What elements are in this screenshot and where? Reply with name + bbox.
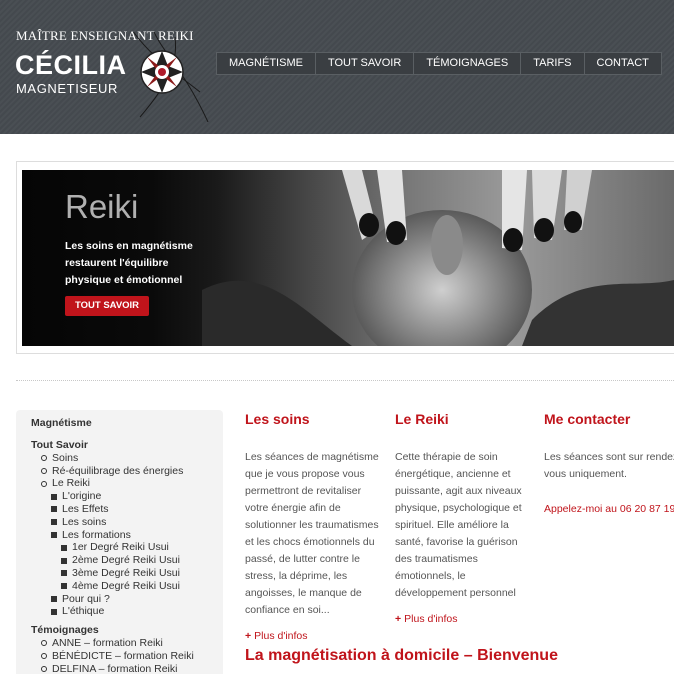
circle-bullet-icon: [41, 467, 47, 474]
sidebar-item-anne[interactable]: ANNE – formation Reiki: [31, 637, 223, 650]
sidebar-item-degre-3[interactable]: 3ème Degré Reiki Usui: [31, 567, 223, 580]
sidebar-item-label: 2ème Degré Reiki Usui: [72, 554, 180, 567]
sidebar-item-degre-1[interactable]: 1er Degré Reiki Usui: [31, 541, 223, 554]
sidebar-item-degre-2[interactable]: 2ème Degré Reiki Usui: [31, 554, 223, 567]
sidebar-item-label: Ré-équilibrage des énergies: [52, 464, 184, 477]
sidebar-item-label: Témoignages: [31, 624, 99, 637]
sidebar-item-label: Les formations: [62, 528, 131, 541]
sidebar-item-les-soins[interactable]: Les soins: [31, 516, 223, 529]
column-title[interactable]: Les soins: [245, 411, 387, 428]
sidebar-item-delfina[interactable]: DELFINA – formation Reiki: [31, 663, 223, 674]
column-soins: Les soins Les séances de magnétisme que …: [245, 411, 387, 645]
square-bullet-icon: [51, 608, 57, 615]
sidebar-item-benedicte[interactable]: BÉNÉDICTE – formation Reiki: [31, 650, 223, 663]
square-bullet-icon: [61, 544, 67, 551]
sidebar: Magnétisme Tout Savoir Soins Ré-équilibr…: [16, 410, 223, 674]
sidebar-item-label: DELFINA – formation Reiki: [52, 662, 178, 674]
circle-bullet-icon: [41, 455, 47, 462]
circle-bullet-icon: [41, 640, 47, 647]
sidebar-item-label: L'éthique: [62, 605, 105, 618]
column-title[interactable]: Me contacter: [544, 411, 674, 428]
sidebar-item-label: BÉNÉDICTE – formation Reiki: [52, 649, 194, 662]
nav-magnetisme[interactable]: MAGNÉTISME: [217, 53, 316, 74]
square-bullet-icon: [51, 506, 57, 513]
column-text: Cette thérapie de soin énergétique, anci…: [395, 451, 522, 599]
column-title[interactable]: Le Reiki: [395, 411, 533, 428]
sidebar-item-temoignages[interactable]: Témoignages: [31, 624, 223, 637]
more-info-link[interactable]: + Plus d'infos: [245, 628, 387, 645]
square-bullet-icon: [61, 583, 67, 590]
more-info-link[interactable]: + Plus d'infos: [395, 611, 533, 628]
hero-photo: [202, 170, 674, 346]
sidebar-item-label: Le Reiki: [52, 477, 90, 490]
column-reiki: Le Reiki Cette thérapie de soin énergéti…: [395, 411, 533, 628]
plus-icon: +: [245, 630, 252, 642]
sidebar-item-label: Tout Savoir: [31, 439, 88, 451]
sidebar-item-label: Les soins: [62, 515, 107, 528]
sidebar-item-ethique[interactable]: L'éthique: [31, 605, 223, 618]
more-info-label: Plus d'infos: [404, 613, 458, 625]
nav-temoignages[interactable]: TÉMOIGNAGES: [414, 53, 522, 74]
sidebar-item-label: Les Effets: [62, 502, 109, 515]
sidebar-item-reequilibrage[interactable]: Ré-équilibrage des énergies: [31, 465, 223, 478]
sidebar-item-label: 3ème Degré Reiki Usui: [72, 566, 180, 579]
square-bullet-icon: [61, 570, 67, 577]
sidebar-item-degre-4[interactable]: 4ème Degré Reiki Usui: [31, 580, 223, 593]
sidebar-item-origine[interactable]: L'origine: [31, 490, 223, 503]
sidebar-item-label: Pour qui ?: [62, 592, 110, 605]
column-text: Les séances de magnétisme que je vous pr…: [245, 451, 379, 616]
contact-phone-link[interactable]: Appelez-moi au 06 20 87 19 1: [544, 501, 674, 518]
column-text: Les séances sont sur rendez-vous uniquem…: [544, 451, 674, 480]
logo-subtitle: MAGNETISEUR: [16, 81, 118, 96]
sidebar-menu: Tout Savoir Soins Ré-équilibrage des éne…: [31, 439, 223, 674]
square-bullet-icon: [61, 557, 67, 564]
circle-bullet-icon: [41, 665, 47, 672]
sidebar-item-label: 4ème Degré Reiki Usui: [72, 579, 180, 592]
sidebar-item-label: L'origine: [62, 490, 102, 503]
sidebar-item-effets[interactable]: Les Effets: [31, 503, 223, 516]
square-bullet-icon: [51, 595, 57, 602]
sidebar-item-tout-savoir[interactable]: Tout Savoir: [31, 439, 223, 452]
column-contact: Me contacter Les séances sont sur rendez…: [544, 411, 674, 518]
circle-bullet-icon: [41, 653, 47, 660]
sidebar-heading[interactable]: Magnétisme: [31, 417, 223, 429]
sidebar-item-label: ANNE – formation Reiki: [52, 636, 163, 649]
sidebar-item-soins[interactable]: Soins: [31, 452, 223, 465]
main-nav: MAGNÉTISME TOUT SAVOIR TÉMOIGNAGES TARIF…: [216, 52, 662, 75]
hero-slider: Reiki Les soins en magnétisme restaurent…: [22, 170, 674, 346]
mandala-logo-icon: [132, 32, 209, 122]
sidebar-item-pour-qui[interactable]: Pour qui ?: [31, 593, 223, 606]
sidebar-item-label: 1er Degré Reiki Usui: [72, 541, 169, 554]
main-title: La magnétisation à domicile – Bienvenue: [245, 647, 558, 664]
nav-tout-savoir[interactable]: TOUT SAVOIR: [316, 53, 415, 74]
square-bullet-icon: [51, 519, 57, 526]
plus-icon: +: [395, 613, 402, 625]
sidebar-item-label: Soins: [52, 451, 79, 464]
site-header: MAÎTRE ENSEIGNANT REIKI CÉCILIA MAGNETIS…: [0, 0, 674, 134]
nav-tarifs[interactable]: TARIFS: [521, 53, 585, 74]
nav-contact[interactable]: CONTACT: [585, 53, 661, 74]
square-bullet-icon: [51, 531, 57, 538]
slider-title: Reiki: [65, 188, 139, 225]
sidebar-item-formations[interactable]: Les formations: [31, 529, 223, 542]
more-info-label: Plus d'infos: [254, 630, 308, 642]
slider-text: Les soins en magnétisme restaurent l'équ…: [65, 240, 193, 286]
circle-bullet-icon: [41, 480, 47, 487]
logo-name[interactable]: CÉCILIA: [15, 50, 127, 81]
slider-tout-savoir-button[interactable]: TOUT SAVOIR: [65, 296, 150, 316]
sidebar-item-le-reiki[interactable]: Le Reiki: [31, 477, 223, 490]
section-divider: [16, 380, 674, 381]
square-bullet-icon: [51, 493, 57, 500]
